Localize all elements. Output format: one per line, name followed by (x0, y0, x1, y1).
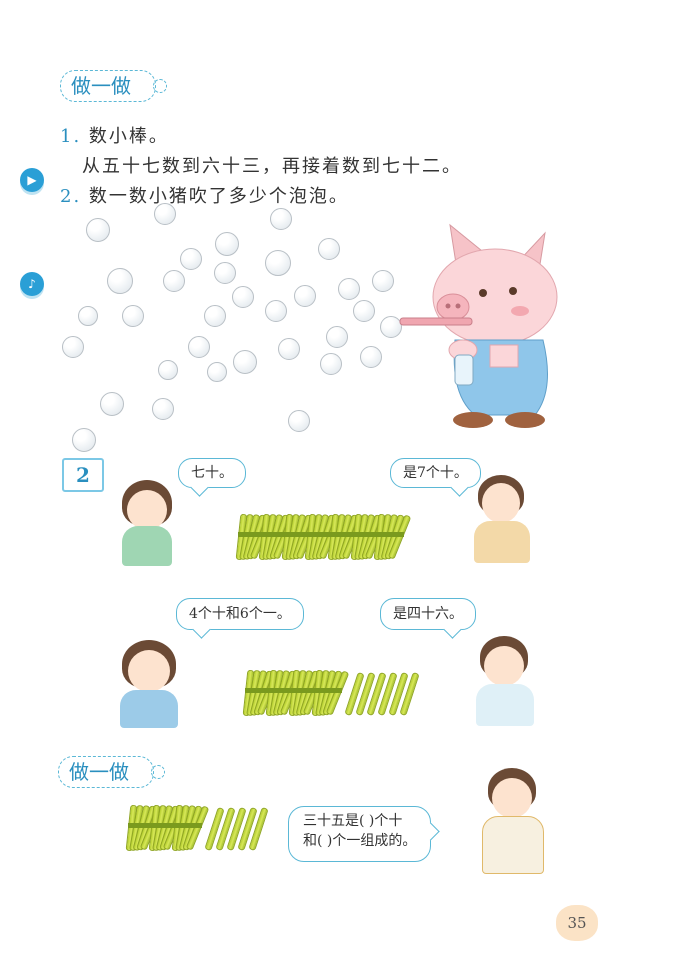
section-title-practice: 做一做 (60, 70, 167, 102)
section-title-practice-2: 做一做 (58, 756, 165, 788)
bubble (122, 305, 144, 327)
boy-illustration-1 (462, 475, 532, 567)
girl-illustration-1 (118, 480, 178, 570)
stick-bundle (373, 512, 412, 561)
bubble (326, 326, 348, 348)
bubble (100, 392, 124, 416)
bubble (86, 218, 110, 242)
audio-icon[interactable]: ♪ (20, 272, 44, 296)
speech-bubble-question: 三十五是( )个十 和( )个一组成的。 (288, 806, 441, 862)
bubble (360, 346, 382, 368)
stick-bundles-35 (125, 803, 278, 853)
bubble (294, 285, 316, 307)
bubble (152, 398, 174, 420)
stick-bundles-70 (235, 512, 418, 562)
boy-illustration-2 (466, 636, 536, 728)
stick-bundle (311, 668, 350, 717)
bubble (372, 270, 394, 292)
bubble (232, 286, 254, 308)
question-line-2: 和( )个一组成的。 (303, 833, 417, 849)
speech-bubble-girl-1: 七十。 (178, 458, 246, 497)
bubble (207, 362, 227, 382)
pig-illustration (399, 223, 558, 428)
bubble (62, 336, 84, 358)
example-number-badge: 2 (62, 458, 104, 492)
bubble (278, 338, 300, 360)
bubble (233, 350, 257, 374)
bubble (288, 410, 310, 432)
boy-illustration-3 (476, 768, 546, 876)
bubble (78, 306, 98, 326)
bubble (158, 360, 178, 380)
stick-bundle (171, 803, 210, 852)
bubble (353, 300, 375, 322)
bubble (320, 353, 342, 375)
exercise-2: 2. 数一数小猪吹了多少个泡泡。 (60, 186, 349, 207)
bubble (270, 208, 292, 230)
bubble (180, 248, 202, 270)
speech-bubble-boy-2: 是四十六。 (380, 598, 476, 639)
bubble (188, 336, 210, 358)
girl-illustration-2 (120, 640, 180, 730)
bubble (107, 268, 133, 294)
play-video-icon[interactable]: ▶ (20, 168, 44, 192)
page-number: 35 (556, 905, 598, 941)
stick-bundles-46 (242, 668, 435, 718)
bubble (265, 300, 287, 322)
bubble (72, 428, 96, 452)
exercise-1: 1. 数小棒。 (60, 126, 169, 147)
question-line-1: 三十五是( )个十 (303, 813, 403, 829)
bubble (154, 203, 176, 225)
bubble (163, 270, 185, 292)
bubble (214, 262, 236, 284)
bubble (204, 305, 226, 327)
exercise-1-instruction: 从五十七数到六十三，再接着数到七十二。 (82, 156, 462, 177)
bubble (318, 238, 340, 260)
bubble (265, 250, 291, 276)
speech-bubble-girl-2: 4个十和6个一。 (176, 598, 304, 639)
bubble (215, 232, 239, 256)
bubble (338, 278, 360, 300)
